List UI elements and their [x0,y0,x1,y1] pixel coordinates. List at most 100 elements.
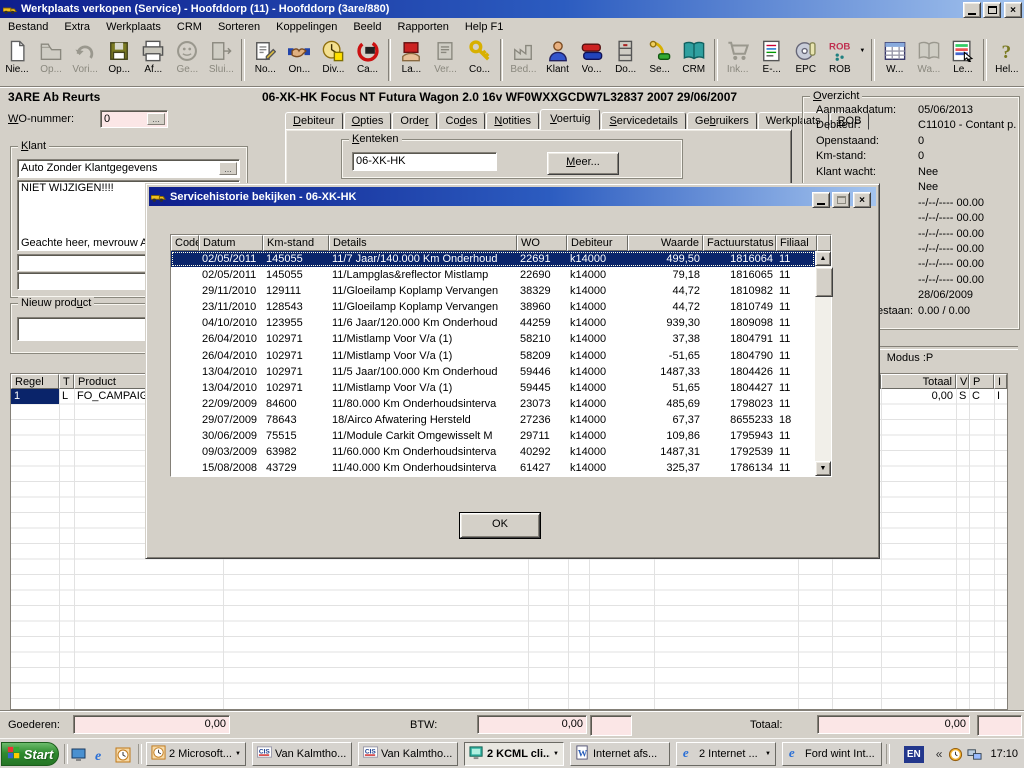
menu-item-sorteren[interactable]: Sorteren [210,19,268,35]
service-history-row[interactable]: 02/05/201114505511/7 Jaar/140.000 Km Ond… [171,251,815,267]
toolbar-button-e[interactable]: E-... [755,38,789,84]
column-header-datum[interactable]: Datum [199,235,263,251]
menu-item-bestand[interactable]: Bestand [0,19,56,35]
task-button-2-kcml-cli[interactable]: 2 KCML cli...▼ [464,742,564,766]
toolbar-button-ca[interactable]: Ca... [350,38,384,84]
grid-header-totaal[interactable]: Totaal [881,374,956,389]
toolbar-button-on[interactable]: On... [282,38,316,84]
service-history-row[interactable]: 26/04/201010297111/Mistlamp Voor V/a (1)… [171,347,815,363]
menu-item-extra[interactable]: Extra [56,19,98,35]
btw-input[interactable]: 0,00 [477,715,587,734]
service-history-row[interactable]: 04/10/201012395511/6 Jaar/120.000 Km Ond… [171,315,815,331]
grid-row1-v[interactable]: S [956,389,969,404]
grid-row1-regel[interactable]: 1 [11,389,59,404]
column-header-code[interactable]: Code [171,235,199,251]
toolbar-button-co[interactable]: Co... [463,38,497,84]
column-header-wo[interactable]: WO [517,235,567,251]
tab-codes[interactable]: Codes [438,112,486,130]
toolbar-dropdown-arrow[interactable]: ▼ [857,38,868,64]
grid-header-regel[interactable]: Regel [11,374,59,389]
grid-row1-p[interactable]: C [969,389,994,404]
task-button-2-internet[interactable]: e2 Internet ...▼ [676,742,776,766]
toolbar-button-w[interactable]: W... [878,38,912,84]
tray-network-icon[interactable] [967,747,982,762]
service-history-row[interactable]: 13/04/201010297111/Mistlamp Voor V/a (1)… [171,380,815,396]
menu-item-help-f1[interactable]: Help F1 [457,19,512,35]
menu-item-beeld[interactable]: Beeld [345,19,389,35]
language-indicator[interactable]: EN [904,746,924,763]
quicklaunch-desktop-icon[interactable] [70,746,88,764]
menu-item-koppelingen[interactable]: Koppelingen [268,19,345,35]
meer-button[interactable]: Meer... [547,152,619,175]
column-header-debiteur[interactable]: Debiteur [567,235,628,251]
dialog-maximize-button[interactable] [832,192,850,208]
toolbar-button-do[interactable]: Do... [609,38,643,84]
toolbar-button-nie[interactable]: Nie... [0,38,34,84]
grid-header-i[interactable]: I [994,374,1007,389]
maximize-button[interactable] [983,2,1001,18]
tab-servicedetails[interactable]: Servicedetails [601,112,685,130]
toolbar-button-se[interactable]: Se... [643,38,677,84]
tab-opties[interactable]: Opties [344,112,392,130]
quicklaunch-ie-icon[interactable]: e [92,746,110,764]
toolbar-button-div[interactable]: Div... [316,38,350,84]
service-history-row[interactable]: 22/09/20098460011/80.000 Km Onderhoudsin… [171,396,815,412]
toolbar-button-vo[interactable]: Vo... [575,38,609,84]
column-header-filiaal[interactable]: Filiaal [776,235,817,251]
scroll-thumb[interactable] [815,267,833,297]
toolbar-button-la[interactable]: La... [394,38,428,84]
service-history-row[interactable]: 15/08/20084372911/40.000 Km Onderhoudsin… [171,460,815,476]
tray-expand-chevron[interactable]: « [936,747,943,761]
start-button[interactable]: Start [1,742,59,766]
service-history-row[interactable]: 13/04/201010297111/5 Jaar/100.000 Km Ond… [171,364,815,380]
toolbar-button-op[interactable]: Op... [102,38,136,84]
tab-voertuig[interactable]: Voertuig [540,109,600,130]
btw-extra-box[interactable] [590,715,632,736]
wo-number-input[interactable]: 0 ... [100,110,168,128]
grid-row1-t[interactable]: L [59,389,74,404]
goederen-input[interactable]: 0,00 [73,715,230,734]
task-button-internet-afs[interactable]: WInternet afs... [570,742,670,766]
toolbar-button-hel[interactable]: ?Hel... [990,38,1024,84]
scroll-down-button[interactable]: ▼ [815,461,831,476]
tab-debiteur[interactable]: Debiteur [285,112,343,130]
dialog-close-button[interactable]: × [853,192,871,208]
toolbar-button-epc[interactable]: EPC [789,38,823,84]
service-history-row[interactable]: 30/06/20097551511/Module Carkit Omgewiss… [171,428,815,444]
column-header-km-stand[interactable]: Km-stand [263,235,329,251]
dialog-minimize-button[interactable] [812,192,830,208]
task-button-2-microsoft[interactable]: 2 Microsoft...▼ [146,742,246,766]
service-history-row[interactable]: 29/11/201012911111/Gloeilamp Koplamp Ver… [171,283,815,299]
service-history-row[interactable]: 02/05/201114505511/Lampglas&reflector Mi… [171,267,815,283]
tray-clock-icon[interactable] [948,747,963,762]
table-scrollbar[interactable]: ▲ ▼ [815,251,831,476]
tab-order[interactable]: Order [392,112,436,130]
column-header-factuurstatus[interactable]: Factuurstatus [703,235,776,251]
tab-notities[interactable]: Notities [486,112,539,130]
ok-button[interactable]: OK [460,513,540,538]
menu-item-rapporten[interactable]: Rapporten [389,19,456,35]
wo-browse-button[interactable]: ... [147,113,165,125]
toolbar-button-rob[interactable]: ROBROB [823,38,857,84]
task-button-van-kalmtho[interactable]: CISVan Kalmtho... [358,742,458,766]
menu-item-werkplaats[interactable]: Werkplaats [98,19,169,35]
kenteken-input[interactable]: 06-XK-HK [352,152,497,171]
service-history-row[interactable]: 26/04/201010297111/Mistlamp Voor V/a (1)… [171,331,815,347]
grid-row1-totaal[interactable]: 0,00 [881,389,956,404]
column-header-details[interactable]: Details [329,235,517,251]
task-button-ford-wint-int[interactable]: eFord wint Int... [782,742,882,766]
grid-row1-i[interactable]: I [994,389,1007,404]
grid-header-t[interactable]: T [59,374,74,389]
toolbar-button-crm[interactable]: CRM [677,38,711,84]
toolbar-button-klant[interactable]: Klant [540,38,574,84]
tab-gebruikers[interactable]: Gebruikers [687,112,757,130]
service-history-row[interactable]: 23/11/201012854311/Gloeilamp Koplamp Ver… [171,299,815,315]
scroll-up-button[interactable]: ▲ [815,251,831,266]
klant-browse-button[interactable]: ... [219,162,237,175]
toolbar-button-af[interactable]: Af... [136,38,170,84]
task-button-van-kalmtho[interactable]: CISVan Kalmtho... [252,742,352,766]
column-header-waarde[interactable]: Waarde [628,235,703,251]
totaal-extra-box[interactable] [977,715,1022,736]
toolbar-button-no[interactable]: No... [248,38,282,84]
grid-header-p[interactable]: P [969,374,994,389]
